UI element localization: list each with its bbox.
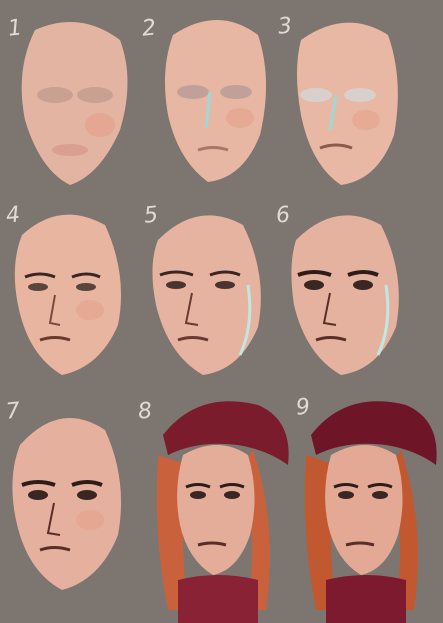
step-panel-4: 4 [0,195,148,400]
step-panel-2: 2 [141,0,296,200]
step-panel-5: 5 [143,195,296,400]
face-sketch-5 [152,215,261,375]
face-sketch-3 [297,22,398,185]
face-sketch-1 [21,22,128,185]
hair-and-hat-9 [304,401,437,623]
face-sketch-2 [164,20,267,182]
step-panel-6: 6 [275,195,443,400]
step-number-6: 6 [274,202,292,229]
face-sketch-4 [14,214,122,375]
step-number-3: 3 [276,13,294,40]
step-panel-8: 8 [137,395,296,623]
step-panel-9: 9 [295,394,443,623]
step-panel-1: 1 [0,0,148,200]
step-panel-3: 3 [277,0,443,200]
face-sketch-6 [291,215,399,375]
hair-and-hat-8 [156,401,289,623]
face-sketch-7 [12,418,122,590]
step-panel-7: 7 [0,395,148,623]
